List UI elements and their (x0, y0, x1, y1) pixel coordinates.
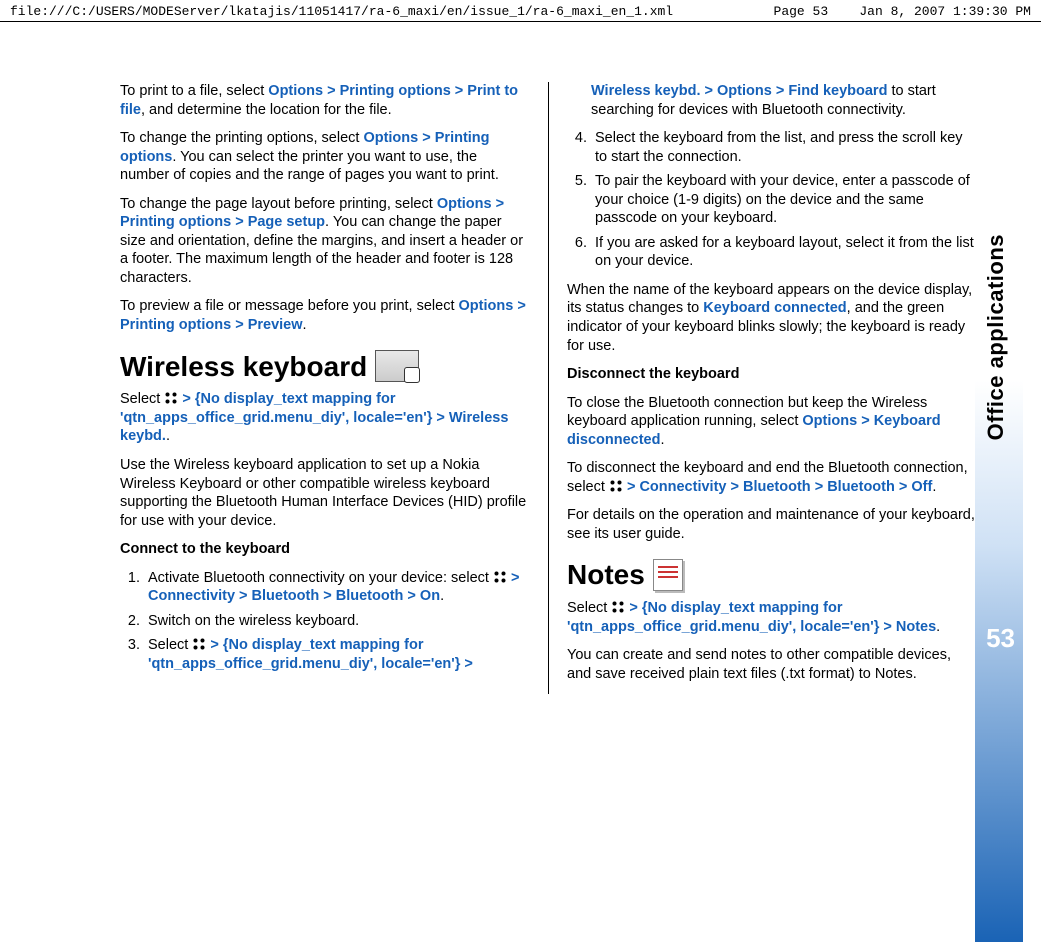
connect-steps-cont: Select the keyboard from the list, and p… (567, 129, 977, 271)
step-2: Switch on the wireless keyboard. (144, 612, 530, 631)
header-page: Page 53 (774, 4, 829, 19)
side-tab-label: Office applications (975, 222, 1017, 452)
step-6: If you are asked for a keyboard layout, … (591, 234, 977, 271)
step-3-continued: Wireless keybd. > Options > Find keyboar… (591, 82, 977, 119)
page-number: 53 (986, 623, 1015, 654)
menu-icon (192, 637, 206, 651)
menu-icon (609, 479, 623, 493)
para-notes-select: Select > {No display_text mapping for 'q… (567, 599, 977, 636)
side-tab: Office applications (975, 222, 1023, 942)
para-keyboard-connected: When the name of the keyboard appears on… (567, 281, 977, 355)
menu-icon (493, 570, 507, 584)
menu-printing-options: Printing options (340, 83, 451, 99)
heading-wireless-keyboard: Wireless keyboard (120, 349, 530, 385)
para-disconnect-bluetooth: To disconnect the keyboard and end the B… (567, 459, 977, 496)
para-wk-select: Select > {No display_text mapping for 'q… (120, 390, 530, 446)
connect-steps: Activate Bluetooth connectivity on your … (120, 569, 530, 674)
heading-notes: Notes (567, 557, 977, 593)
step-1: Activate Bluetooth connectivity on your … (144, 569, 530, 606)
para-print-to-file: To print to a file, select Options > Pri… (120, 82, 530, 119)
print-header: file:///C:/USERS/MODEServer/lkatajis/110… (0, 0, 1041, 22)
menu-options: Options (268, 83, 323, 99)
para-notes-desc: You can create and send notes to other c… (567, 646, 977, 683)
step-5: To pair the keyboard with your device, e… (591, 172, 977, 228)
para-page-setup: To change the page layout before printin… (120, 195, 530, 288)
menu-icon (611, 600, 625, 614)
right-column: Wireless keybd. > Options > Find keyboar… (548, 82, 977, 694)
header-timestamp: Jan 8, 2007 1:39:30 PM (859, 4, 1031, 19)
notes-icon (653, 559, 683, 591)
left-column: To print to a file, select Options > Pri… (120, 82, 548, 694)
heading-disconnect-keyboard: Disconnect the keyboard (567, 365, 977, 384)
menu-icon (164, 391, 178, 405)
para-disconnect-keep-running: To close the Bluetooth connection but ke… (567, 394, 977, 450)
para-keyboard-guide: For details on the operation and mainten… (567, 506, 977, 543)
step-3: Select > {No display_text mapping for 'q… (144, 636, 530, 673)
header-path: file:///C:/USERS/MODEServer/lkatajis/110… (10, 4, 673, 19)
para-change-options: To change the printing options, select O… (120, 129, 530, 185)
heading-connect-keyboard: Connect to the keyboard (120, 540, 530, 559)
para-preview: To preview a file or message before you … (120, 297, 530, 334)
para-wk-desc: Use the Wireless keyboard application to… (120, 456, 530, 530)
step-4: Select the keyboard from the list, and p… (591, 129, 977, 166)
keyboard-icon (375, 350, 419, 382)
